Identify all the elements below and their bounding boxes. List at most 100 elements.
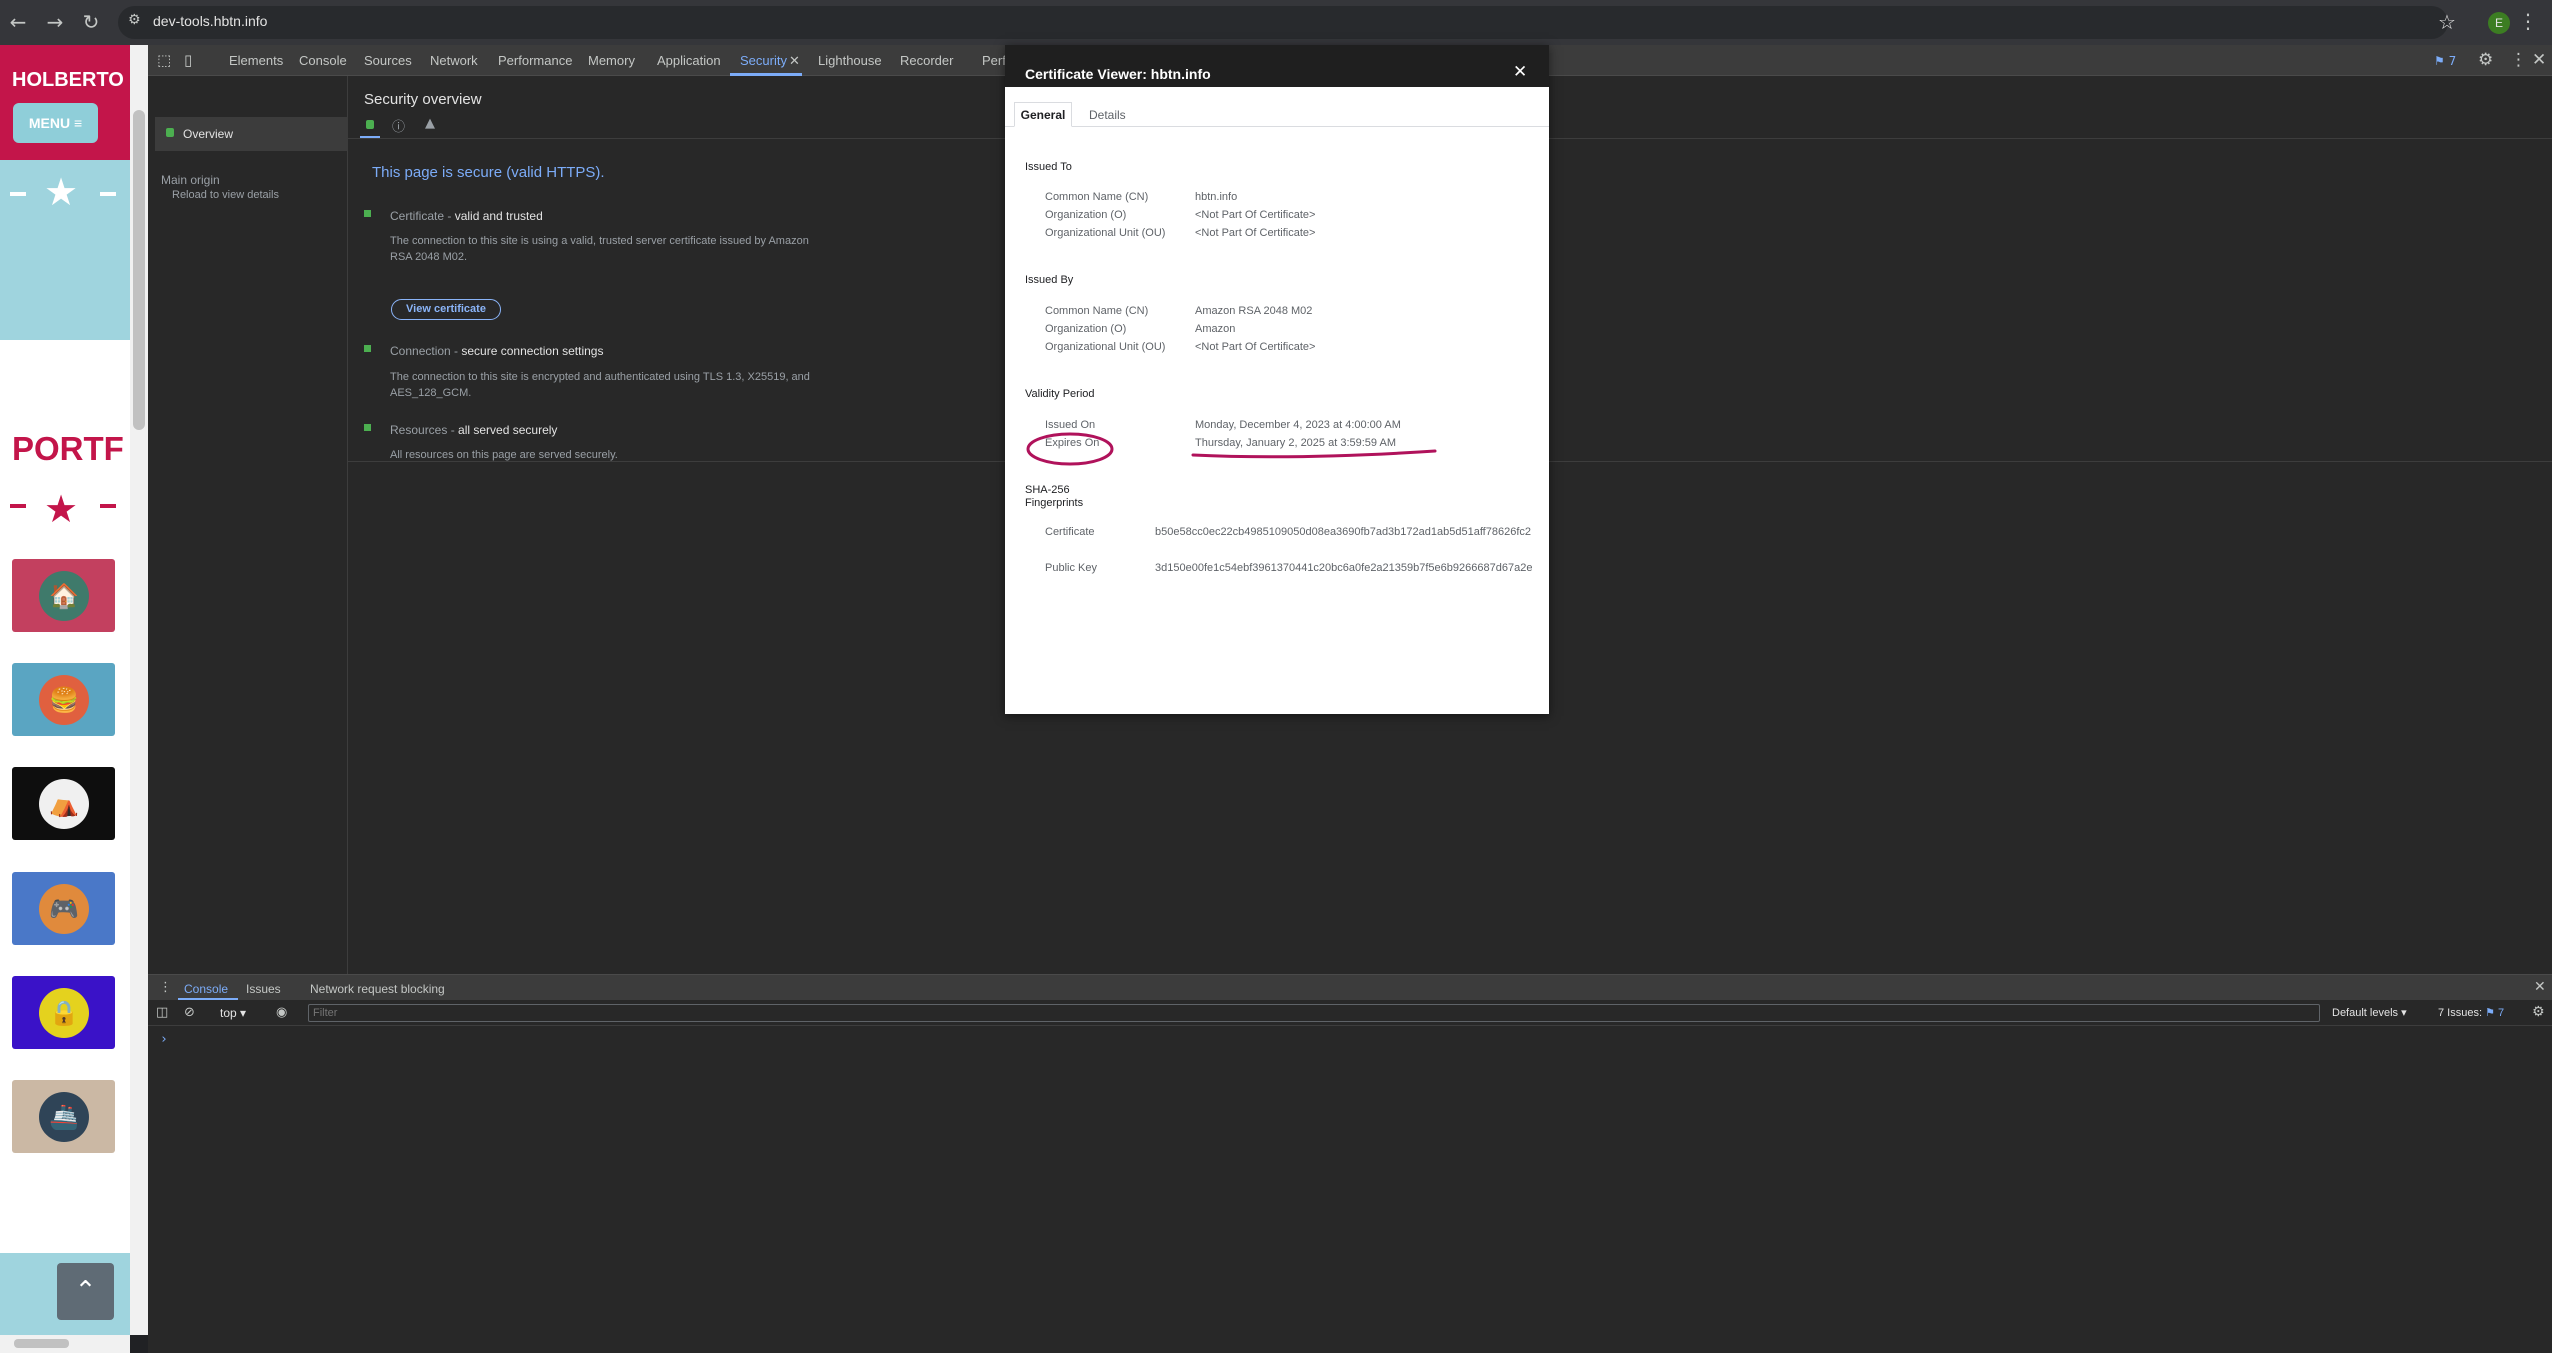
hero-section: ★ <box>0 160 130 340</box>
page-viewport: HOLBERTO MENU ≡ ★ PORTF ★ 🏠 🍔 ⛺ 🎮 🔒 🚢 ⌃ <box>0 45 130 1353</box>
tab-close-icon[interactable]: ✕ <box>789 53 800 69</box>
portfolio-tile-submarine[interactable]: 🚢 <box>12 1080 115 1153</box>
portfolio-tile-game[interactable]: 🎮 <box>12 872 115 945</box>
scroll-to-top-button[interactable]: ⌃ <box>57 1263 114 1320</box>
fingerprints-heading: SHA-256 Fingerprints <box>1025 484 1084 509</box>
issued-to-cn: hbtn.info <box>1195 191 1238 203</box>
connection-description: The connection to this site is encrypted… <box>390 371 810 399</box>
browser-toolbar: ← → ↻ ⚙ dev-tools.hbtn.info ☆ E ⋮ <box>0 0 2552 45</box>
secure-summary: This page is secure (valid HTTPS). <box>372 164 605 181</box>
page-title: Security overview <box>364 91 482 108</box>
tab-details[interactable]: Details <box>1089 108 1126 122</box>
console-prompt[interactable]: › <box>160 1032 168 1047</box>
portfolio-tile-cabin[interactable]: 🏠 <box>12 559 115 632</box>
field-label: Organization (O) <box>1045 209 1127 221</box>
reload-icon[interactable]: ↻ <box>78 9 104 35</box>
page-scroll-thumb[interactable] <box>133 110 145 430</box>
issued-by-cn: Amazon RSA 2048 M02 <box>1195 305 1313 317</box>
certificate-status: Certificate - valid and trusted <box>390 209 543 223</box>
dialog-titlebar: Certificate Viewer: hbtn.info ✕ <box>1005 45 1549 87</box>
tab-elements[interactable]: Elements <box>229 53 283 68</box>
eye-icon[interactable]: ◉ <box>276 1005 287 1020</box>
address-bar[interactable] <box>118 6 2448 39</box>
tab-network[interactable]: Network <box>430 53 478 68</box>
field-label: Expires On <box>1045 437 1100 449</box>
field-label: Common Name (CN) <box>1045 305 1149 317</box>
status-green-icon <box>364 210 371 217</box>
resources-status: Resources - all served securely <box>390 423 558 437</box>
field-label: Common Name (CN) <box>1045 191 1149 203</box>
issued-to-ou: <Not Part Of Certificate> <box>1195 227 1316 239</box>
console-settings-icon[interactable]: ⚙ <box>2532 1004 2545 1020</box>
tab-memory[interactable]: Memory <box>588 53 635 68</box>
issues-badge[interactable]: ⚑ 7 <box>2434 54 2456 68</box>
drawer-tab-console[interactable]: Console <box>184 982 228 996</box>
close-devtools-icon[interactable]: ✕ <box>2532 50 2546 70</box>
dialog-tabbar <box>1005 87 1549 127</box>
page-horizontal-scroll-thumb[interactable] <box>14 1339 69 1348</box>
expires-on-date: Thursday, January 2, 2025 at 3:59:59 AM <box>1195 437 1396 449</box>
view-certificate-button[interactable]: View certificate <box>391 299 501 320</box>
main-origin-heading: Main origin <box>161 173 220 187</box>
drawer-tab-issues[interactable]: Issues <box>246 982 281 996</box>
bookmark-star-icon[interactable]: ☆ <box>2438 10 2456 34</box>
certificate-description: The connection to this site is using a v… <box>390 235 809 263</box>
device-toolbar-icon[interactable]: ▯ <box>184 51 192 69</box>
drawer-menu-icon[interactable]: ⋮ <box>159 980 172 995</box>
issued-to-o: <Not Part Of Certificate> <box>1195 209 1316 221</box>
context-selector[interactable]: top ▾ <box>220 1006 246 1020</box>
portfolio-tile-circus[interactable]: ⛺ <box>12 767 115 840</box>
tab-sources[interactable]: Sources <box>364 53 412 68</box>
tab-performance[interactable]: Performance <box>498 53 572 68</box>
safe-icon: 🔒 <box>49 999 79 1027</box>
tab-general[interactable]: General <box>1014 102 1072 127</box>
drawer-tabbar: ⋮ Console Issues Network request blockin… <box>148 974 2552 1001</box>
issued-to-heading: Issued To <box>1025 161 1072 173</box>
console-filter-input[interactable] <box>308 1004 2320 1022</box>
divider-dash <box>100 504 116 508</box>
issues-counter[interactable]: 7 Issues: ⚑ 7 <box>2438 1006 2504 1019</box>
portfolio-tile-food[interactable]: 🍔 <box>12 663 115 736</box>
site-brand[interactable]: HOLBERTO <box>12 69 124 92</box>
url-text[interactable]: dev-tools.hbtn.info <box>153 13 267 29</box>
security-sidebar: Overview Main origin Reload to view deta… <box>148 76 348 974</box>
console-drawer: ⋮ Console Issues Network request blockin… <box>148 974 2552 1353</box>
back-icon[interactable]: ← <box>5 9 31 35</box>
status-green-icon <box>364 424 371 431</box>
portfolio-tile-safe[interactable]: 🔒 <box>12 976 115 1049</box>
tab-security[interactable]: Security <box>740 53 787 68</box>
submarine-icon: 🚢 <box>49 1103 79 1131</box>
profile-avatar[interactable]: E <box>2488 12 2510 34</box>
circus-tent-icon: ⛺ <box>49 790 79 818</box>
site-info-icon[interactable]: ⚙ <box>128 12 141 28</box>
menu-button[interactable]: MENU ≡ <box>13 103 98 143</box>
inspect-element-icon[interactable]: ⬚ <box>157 51 171 69</box>
star-icon: ★ <box>44 170 79 214</box>
log-levels-dropdown[interactable]: Default levels ▾ <box>2332 1006 2407 1019</box>
settings-gear-icon[interactable]: ⚙ <box>2478 50 2493 70</box>
portfolio-heading: PORTF <box>12 430 124 467</box>
sidebar-toggle-icon[interactable]: ◫ <box>156 1005 168 1020</box>
sidebar-item-label[interactable]: Overview <box>183 127 233 141</box>
dialog-title: Certificate Viewer: hbtn.info <box>1025 66 1211 82</box>
field-label: Organization (O) <box>1045 323 1127 335</box>
tab-recorder[interactable]: Recorder <box>900 53 953 68</box>
info-icon: ⓘ <box>392 120 406 135</box>
more-options-icon[interactable]: ⋮ <box>2510 50 2527 70</box>
drawer-tab-network-request-blocking[interactable]: Network request blocking <box>310 982 445 996</box>
forward-icon[interactable]: → <box>42 9 68 35</box>
tab-console[interactable]: Console <box>299 53 347 68</box>
browser-menu-icon[interactable]: ⋮ <box>2518 9 2538 33</box>
issued-on-date: Monday, December 4, 2023 at 4:00:00 AM <box>1195 419 1401 431</box>
tab-application[interactable]: Application <box>657 53 721 68</box>
certificate-viewer-dialog: Certificate Viewer: hbtn.info ✕ General … <box>1005 45 1549 714</box>
field-label: Certificate <box>1045 526 1095 538</box>
field-label: Public Key <box>1045 562 1097 574</box>
certificate-fingerprint: b50e58cc0ec22cb4985109050d08ea3690fb7ad3… <box>1155 526 1531 538</box>
site-header: HOLBERTO MENU ≡ <box>0 45 130 160</box>
close-icon[interactable]: ✕ <box>1513 62 1527 82</box>
tab-perf-insights[interactable]: Perf <box>982 53 1006 68</box>
tab-lighthouse[interactable]: Lighthouse <box>818 53 882 68</box>
close-drawer-icon[interactable]: ✕ <box>2534 979 2546 995</box>
clear-console-icon[interactable]: ⊘ <box>184 1005 195 1020</box>
